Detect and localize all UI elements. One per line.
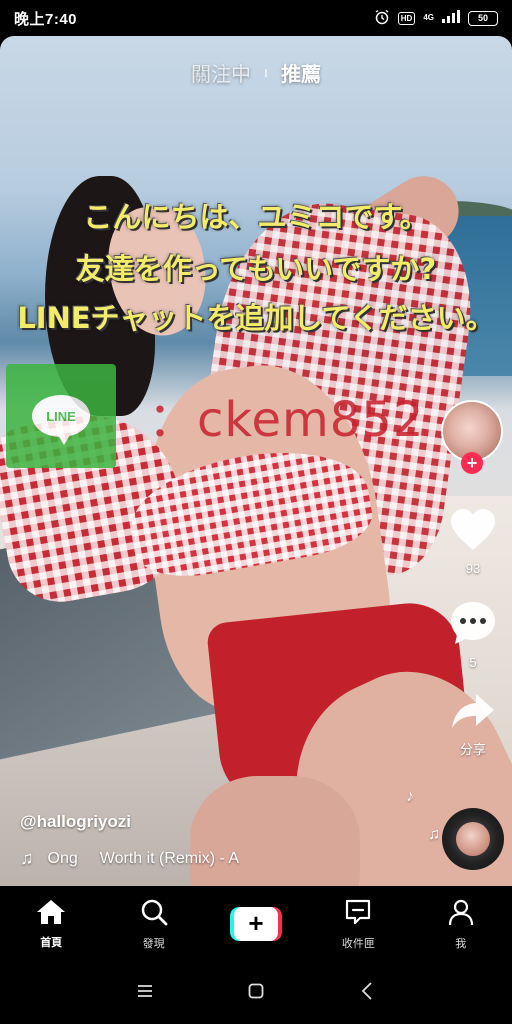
menu-icon xyxy=(137,984,153,1003)
music-title: Worth it (Remix) - A xyxy=(99,849,240,867)
tab-for-you[interactable]: 推薦 xyxy=(281,58,321,87)
nav-inbox[interactable]: 收件匣 xyxy=(313,898,403,951)
line-logo: LINE xyxy=(6,364,116,468)
share-label: 分享 xyxy=(459,742,486,757)
overlay-text-line-3: LINEチャットを追加してください。 xyxy=(17,301,495,335)
nav-create[interactable]: + xyxy=(211,907,301,941)
square-icon xyxy=(248,983,264,1004)
plus-icon: + xyxy=(233,907,278,941)
nav-home-label: 首頁 xyxy=(40,936,63,949)
like-count: 93 xyxy=(465,561,481,576)
nav-discover[interactable]: 發現 xyxy=(109,898,199,951)
nav-me[interactable]: 我 xyxy=(416,898,506,951)
music-info[interactable]: ♫ Ong Worth it (Remix) - A xyxy=(20,848,260,869)
create-button[interactable]: + xyxy=(229,907,282,941)
tab-following[interactable]: 關注中 xyxy=(191,58,251,87)
person-knee xyxy=(190,776,360,886)
feed-tabs: 關注中 推薦 xyxy=(0,58,512,87)
comment-icon xyxy=(449,602,497,650)
status-bar: 晚上7:40 HD 4G 50 xyxy=(0,0,512,36)
creator-avatar-group: + xyxy=(441,400,503,474)
like-button[interactable]: 93 xyxy=(442,508,504,576)
status-icons: HD 4G 50 xyxy=(374,9,498,28)
signal-icon xyxy=(442,10,460,26)
follow-plus-button[interactable]: + xyxy=(461,452,483,474)
recent-apps-button[interactable] xyxy=(125,973,165,1013)
share-button[interactable]: 分享 xyxy=(442,692,504,758)
music-note-icon: ♪ xyxy=(406,788,414,805)
inbox-icon xyxy=(344,898,372,931)
overlay-text-line-2: 友達を作ってもいいですか? xyxy=(75,252,437,286)
nav-discover-label: 發現 xyxy=(142,937,165,950)
music-disc-cover xyxy=(456,822,490,856)
comment-button[interactable]: 5 xyxy=(442,600,504,670)
status-time: 晚上7:40 xyxy=(14,10,78,28)
creator-username[interactable]: @hallogriyozi xyxy=(20,812,131,832)
heart-icon xyxy=(449,509,497,556)
network-type: 4G xyxy=(423,13,434,22)
home-icon xyxy=(36,899,66,930)
share-arrow-icon xyxy=(450,694,496,734)
line-id-text: ：ckem852 xyxy=(148,392,425,448)
battery-indicator: 50 xyxy=(468,10,498,26)
comment-count: 5 xyxy=(469,655,477,670)
system-nav-bar xyxy=(0,962,512,1024)
overlay-text-line-1: こんにちは、ユミコです。 xyxy=(83,200,429,234)
nav-me-label: 我 xyxy=(455,937,467,950)
search-icon xyxy=(140,898,168,931)
nav-inbox-label: 收件匣 xyxy=(341,937,375,950)
nav-home[interactable]: 首頁 xyxy=(6,899,96,950)
bottom-nav: 首頁 發現 + 收件匣 我 xyxy=(0,886,512,962)
music-note-icon: ♫ xyxy=(428,826,440,843)
back-system-button[interactable] xyxy=(347,973,387,1013)
profile-icon xyxy=(447,898,475,931)
hd-badge: HD xyxy=(397,11,416,25)
alarm-icon xyxy=(374,9,390,28)
music-artist: Ong xyxy=(47,849,78,867)
line-logo-bubble: LINE xyxy=(32,395,90,445)
tab-separator xyxy=(265,68,267,77)
home-system-button[interactable] xyxy=(236,973,276,1013)
chevron-left-icon xyxy=(361,981,373,1005)
music-disc[interactable] xyxy=(442,808,504,870)
music-note-icon: ♫ xyxy=(20,848,34,868)
